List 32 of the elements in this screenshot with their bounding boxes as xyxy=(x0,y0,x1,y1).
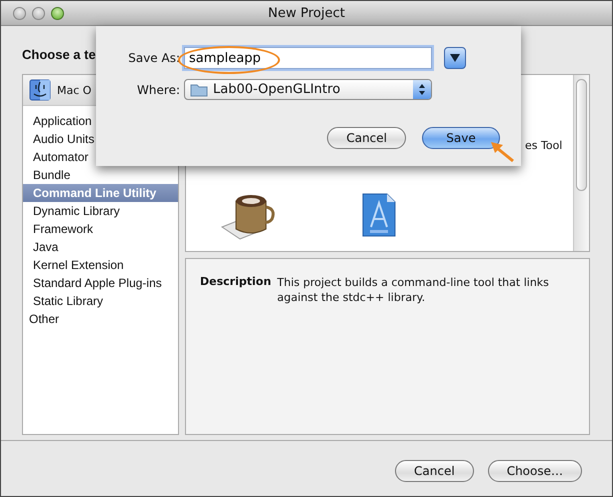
folder-icon xyxy=(190,82,208,96)
down-triangle-icon xyxy=(450,54,460,62)
pointer-arrow xyxy=(489,139,515,163)
category-item[interactable]: Framework xyxy=(23,220,178,238)
category-item[interactable]: Dynamic Library xyxy=(23,202,178,220)
window-title: New Project xyxy=(268,6,345,20)
category-header[interactable]: Mac O xyxy=(57,84,92,96)
field-label: Where: xyxy=(136,82,180,96)
push-button[interactable]: Save xyxy=(422,127,500,149)
name-field[interactable]: sampleapp xyxy=(184,47,432,69)
template-label[interactable]: es Tool xyxy=(525,139,562,152)
section-heading: Choose a te xyxy=(22,47,96,62)
category-item[interactable]: Java xyxy=(23,238,178,256)
category-item[interactable]: Standard Apple Plug-ins xyxy=(23,274,178,292)
category-item[interactable]: Other xyxy=(23,310,178,328)
category-item[interactable]: Kernel Extension xyxy=(23,256,178,274)
finder-face-icon xyxy=(29,79,51,101)
push-button[interactable]: Cancel xyxy=(395,460,474,482)
category-item[interactable]: Bundle xyxy=(23,166,178,184)
app-document-icon[interactable] xyxy=(362,193,396,237)
field-label: Save As: xyxy=(127,51,180,65)
push-button[interactable]: Cancel xyxy=(327,127,406,149)
scroll-bar[interactable] xyxy=(573,75,589,251)
category-item[interactable]: Static Library xyxy=(23,292,178,310)
push-button[interactable]: Choose… xyxy=(488,460,582,482)
description-label: Description xyxy=(200,275,272,288)
minimize-button[interactable] xyxy=(32,6,45,20)
description-text: This project builds a command-line tool that links against the stdc++ library. xyxy=(277,275,550,305)
close-button[interactable] xyxy=(13,6,26,20)
location-popup[interactable]: Lab00-OpenGLIntro xyxy=(184,79,432,100)
zoom-button[interactable] xyxy=(51,6,64,20)
expand-button[interactable] xyxy=(444,47,466,69)
